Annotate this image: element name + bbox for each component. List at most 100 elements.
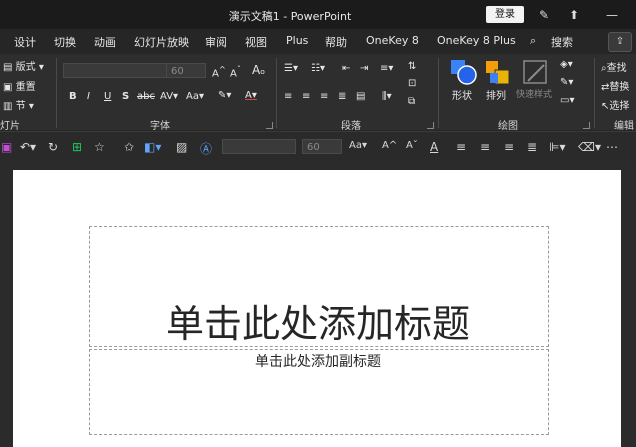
layout-icon: ▤: [3, 62, 13, 73]
shapes-icon[interactable]: [450, 59, 478, 87]
tab-view[interactable]: 视图: [245, 34, 267, 50]
qat-align-objects-icon[interactable]: ⊫▾: [549, 140, 565, 154]
image-icon[interactable]: ▨: [176, 140, 187, 154]
qat-more-icon[interactable]: ⋯: [606, 140, 618, 154]
align-text-icon[interactable]: ⊡: [408, 78, 416, 89]
quick-styles-icon[interactable]: [522, 59, 550, 87]
qat-font-size-field[interactable]: 60: [302, 139, 342, 154]
shape-outline-icon[interactable]: ✎▾: [560, 77, 573, 88]
tab-transitions[interactable]: 切换: [54, 34, 76, 50]
title-placeholder-text: 单击此处添加标题: [165, 302, 470, 346]
tab-animations[interactable]: 动画: [94, 34, 116, 50]
undo-icon[interactable]: ↶▾: [20, 140, 36, 154]
save-icon[interactable]: ▣: [1, 140, 12, 154]
qat-align-left-icon[interactable]: ≡: [456, 140, 466, 154]
favorite-icon[interactable]: ✩: [124, 140, 134, 154]
ribbon-display-icon[interactable]: ⬆: [566, 7, 582, 23]
textbox-icon[interactable]: Ⓐ: [200, 140, 212, 157]
character-spacing-icon[interactable]: AV▾: [160, 91, 178, 102]
italic-button[interactable]: I: [87, 91, 90, 102]
smartart-icon[interactable]: ⧉: [408, 96, 415, 107]
ribbon-tabs: 设计 切换 动画 幻灯片放映 审阅 视图 Plus 帮助 OneKey 8 On…: [0, 29, 636, 54]
shape-effects-icon[interactable]: ▭▾: [560, 95, 574, 106]
strikethrough-button[interactable]: abc: [137, 91, 155, 102]
minimize-icon[interactable]: —: [604, 7, 620, 23]
divider: [56, 58, 57, 128]
divider: [594, 58, 595, 128]
reset-icon: ▣: [3, 82, 13, 93]
tab-design[interactable]: 设计: [14, 34, 36, 50]
tab-search[interactable]: 搜索: [551, 34, 573, 50]
qat-grow-font-icon[interactable]: A^: [382, 140, 397, 151]
tab-slideshow[interactable]: 幻灯片放映: [134, 34, 189, 50]
subtitle-placeholder-text: 单击此处添加副标题: [255, 354, 381, 370]
shape-fill-icon[interactable]: ◈▾: [560, 59, 573, 70]
increase-indent-icon[interactable]: ⇥: [360, 63, 368, 74]
font-color-icon[interactable]: A▾: [245, 90, 257, 101]
pen-icon[interactable]: ✎: [536, 7, 552, 23]
bold-button[interactable]: B: [69, 91, 77, 102]
qat-font-color-icon[interactable]: A: [430, 140, 438, 154]
arrange-icon[interactable]: [484, 59, 512, 87]
present-icon[interactable]: ⊞: [72, 140, 82, 154]
highlight-icon[interactable]: ✎▾: [218, 90, 231, 101]
qat-shrink-font-icon[interactable]: Aˇ: [406, 140, 418, 151]
qat-font-name-field[interactable]: [222, 139, 296, 154]
section-button[interactable]: ▥ 节 ▾: [3, 97, 34, 112]
font-size-field[interactable]: 60: [166, 63, 206, 78]
columns-icon[interactable]: ⫼▾: [382, 91, 392, 102]
arrange-button[interactable]: 排列: [486, 87, 506, 102]
drawing-group-label: 绘图: [498, 121, 518, 132]
drawing-dialog-launcher[interactable]: [583, 122, 590, 129]
font-group-label: 字体: [150, 121, 170, 132]
tab-review[interactable]: 审阅: [205, 34, 227, 50]
sign-in-button[interactable]: 登录: [486, 6, 524, 23]
divider: [276, 58, 277, 128]
align-left-icon[interactable]: ≡: [284, 91, 292, 102]
font-dialog-launcher[interactable]: [266, 122, 273, 129]
reset-button[interactable]: ▣ 重置: [3, 78, 36, 93]
select-button[interactable]: ↖选择: [601, 97, 629, 112]
distribute-icon[interactable]: ▤: [356, 91, 365, 102]
tab-plus[interactable]: Plus: [286, 34, 308, 47]
qat-change-case-icon[interactable]: Aa▾: [349, 140, 367, 151]
tab-help[interactable]: 帮助: [325, 34, 347, 50]
text-direction-icon[interactable]: ⇅: [408, 61, 416, 72]
font-name-field[interactable]: [63, 63, 167, 78]
find-button[interactable]: ⌕查找: [601, 59, 627, 74]
star-icon[interactable]: ☆: [94, 140, 105, 154]
justify-icon[interactable]: ≣: [338, 91, 346, 102]
align-right-icon[interactable]: ≡: [320, 91, 328, 102]
tab-onekey8[interactable]: OneKey 8: [366, 34, 419, 47]
qat-eraser-icon[interactable]: ⌫▾: [578, 140, 601, 154]
bullets-icon[interactable]: ☰▾: [284, 63, 298, 74]
divider: [438, 58, 439, 128]
underline-button[interactable]: U: [104, 91, 111, 102]
tab-onekey8plus[interactable]: OneKey 8 Plus: [437, 34, 516, 47]
clear-format-icon[interactable]: Aₒ: [252, 63, 265, 77]
search-icon[interactable]: ⌕: [530, 34, 536, 48]
numbering-icon[interactable]: ☷▾: [311, 63, 325, 74]
align-center-icon[interactable]: ≡: [302, 91, 310, 102]
qat-align-center-icon[interactable]: ≡: [480, 140, 490, 154]
document-title: 演示文稿1 - PowerPoint: [228, 10, 352, 23]
layout-button[interactable]: ▤ 版式 ▾: [3, 58, 44, 73]
grow-font-icon[interactable]: A^: [212, 64, 226, 79]
share-button[interactable]: ⇪: [608, 32, 632, 52]
slides-group-label: 灯片: [0, 121, 20, 132]
paragraph-group-label: 段落: [341, 121, 361, 132]
line-spacing-icon[interactable]: ≡▾: [380, 63, 393, 74]
shape-insert-icon[interactable]: ◧▾: [144, 140, 161, 154]
decrease-indent-icon[interactable]: ⇤: [342, 63, 350, 74]
replace-button[interactable]: ⇄替换: [601, 78, 629, 93]
quick-styles-button[interactable]: 快速样式: [516, 87, 552, 100]
paragraph-dialog-launcher[interactable]: [427, 122, 434, 129]
change-case-icon[interactable]: Aa▾: [186, 91, 204, 102]
redo-icon[interactable]: ↻: [48, 140, 58, 154]
shadow-button[interactable]: S: [122, 91, 129, 102]
qat-justify-icon[interactable]: ≣: [527, 140, 537, 154]
shrink-font-icon[interactable]: Aˇ: [230, 64, 241, 79]
qat-align-right-icon[interactable]: ≡: [504, 140, 514, 154]
shapes-button[interactable]: 形状: [452, 87, 472, 102]
editing-group-label: 编辑: [614, 121, 634, 132]
